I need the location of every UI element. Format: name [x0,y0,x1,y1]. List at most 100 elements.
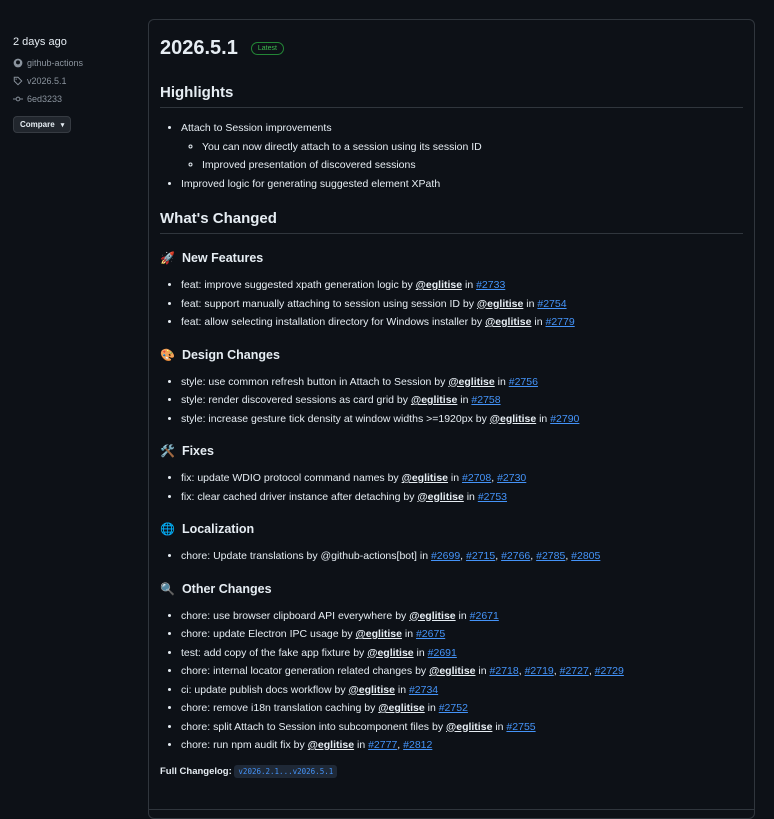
pr-link[interactable]: #2734 [409,684,438,696]
user-link[interactable]: @eglitise [477,298,523,310]
release-header: 2026.5.1 Latest [160,34,743,62]
pr-link[interactable]: #2777 [368,739,397,751]
compare-button[interactable]: Compare ▾ [13,116,72,133]
list-item: Improved logic for generating suggested … [181,175,743,194]
section-title: Fixes [181,444,214,458]
user-link[interactable]: @eglitise [349,684,395,696]
list-item: chore: Update translations by @github-ac… [181,547,743,566]
pr-link[interactable]: #2812 [403,739,432,751]
user-link[interactable]: @eglitise [409,610,455,622]
user-link[interactable]: @eglitise [446,721,492,733]
pr-link[interactable]: #2718 [490,665,519,677]
tag-row[interactable]: v2026.5.1 [13,76,133,86]
commit-icon [13,96,23,102]
list-item: You can now directly attach to a session… [202,138,743,157]
list-item: style: render discovered sessions as car… [181,391,743,410]
pr-link[interactable]: #2729 [595,665,624,677]
pr-link[interactable]: #2715 [466,550,495,562]
change-list: style: use common refresh button in Atta… [160,373,743,429]
list-item: chore: use browser clipboard API everywh… [181,607,743,626]
change-list: fix: update WDIO protocol command names … [160,469,743,506]
list-item: chore: remove i18n translation caching b… [181,699,743,718]
section-emoji-icon: 🎨 [160,347,175,362]
pr-link[interactable]: #2755 [506,721,535,733]
section-heading: 🎨 Design Changes [160,348,743,362]
list-item: fix: clear cached driver instance after … [181,488,743,507]
changes-sections: 🚀 New Features feat: improve suggested xpa… [160,251,743,755]
change-list: feat: improve suggested xpath generation… [160,276,743,332]
changelog-link[interactable]: v2026.2.1...v2026.5.1 [234,764,338,778]
list-item: Attach to Session improvements You can n… [181,119,743,175]
author-name[interactable]: github-actions [27,58,83,68]
pr-link[interactable]: #2719 [525,665,554,677]
user-link[interactable]: @eglitise [411,394,457,406]
pr-link[interactable]: #2756 [509,376,538,388]
user-link[interactable]: @eglitise [416,279,462,291]
user-link[interactable]: @eglitise [417,491,463,503]
commit-hash[interactable]: 6ed3233 [27,94,62,104]
release-title[interactable]: 2026.5.1 [160,37,238,60]
highlights-heading: Highlights [160,84,743,108]
section-title: Other Changes [181,581,272,596]
pr-link[interactable]: #2671 [470,610,499,622]
change-list: chore: Update translations by @github-ac… [160,547,743,566]
list-item: Improved presentation of discovered sess… [202,156,743,175]
pr-link[interactable]: #2805 [571,550,600,562]
user-link[interactable]: @eglitise [402,472,448,484]
list-item: fix: update WDIO protocol command names … [181,469,743,488]
caret-down-icon: ▾ [60,121,65,129]
card-footer-divider [149,809,754,814]
section-heading: 🚀 New Features [160,251,743,265]
compare-label: Compare [20,120,55,129]
pr-link[interactable]: #2753 [478,491,507,503]
pr-link[interactable]: #2699 [431,550,460,562]
change-list: chore: use browser clipboard API everywh… [160,607,743,755]
tag-icon [13,76,23,86]
list-item: chore: run npm audit fix by @eglitise in… [181,736,743,755]
section-emoji-icon: 🌐 [160,522,175,536]
pr-link[interactable]: #2790 [550,413,579,425]
user-link[interactable]: @eglitise [490,413,536,425]
section-heading: 🌐 Localization [160,522,743,536]
tag-name[interactable]: v2026.5.1 [27,76,67,86]
pr-link[interactable]: #2758 [471,394,500,406]
user-link[interactable]: @eglitise [448,376,494,388]
pr-link[interactable]: #2727 [560,665,589,677]
pr-link[interactable]: #2733 [476,279,505,291]
list-item: style: use common refresh button in Atta… [181,373,743,392]
list-item: chore: update Electron IPC usage by @egl… [181,625,743,644]
list-item: test: add copy of the fake app fixture b… [181,644,743,663]
latest-badge: Latest [250,41,284,55]
pr-link[interactable]: #2754 [537,298,566,310]
list-item: feat: improve suggested xpath generation… [181,276,743,295]
user-link[interactable]: @eglitise [378,702,424,714]
pr-link[interactable]: #2766 [501,550,530,562]
user-link[interactable]: @eglitise [485,316,531,328]
user-link[interactable]: @eglitise [367,647,413,659]
release-sidebar: 2 days ago github-actions v2026.5.1 6ed3… [13,36,133,133]
pr-link[interactable]: #2730 [497,472,526,484]
pr-link[interactable]: #2752 [439,702,468,714]
section-heading: 🔍 Other Changes [160,582,743,596]
section-emoji-icon: 🛠️ [160,444,175,458]
pr-link[interactable]: #2779 [546,316,575,328]
section-heading: 🛠️ Fixes [160,444,743,458]
list-item: feat: support manually attaching to sess… [181,295,743,314]
pr-link[interactable]: #2691 [428,647,457,659]
commit-row[interactable]: 6ed3233 [13,94,133,104]
list-item: feat: allow selecting installation direc… [181,313,743,332]
pr-link[interactable]: #2785 [536,550,565,562]
highlights-list: Attach to Session improvements You can n… [160,119,743,193]
section-title: New Features [181,251,264,265]
user-link[interactable]: @eglitise [308,739,354,751]
author-row[interactable]: github-actions [13,58,133,68]
user-link[interactable]: @eglitise [429,665,475,677]
pr-link[interactable]: #2708 [462,472,491,484]
release-card: 2026.5.1 Latest Highlights Attach to Ses… [148,19,755,819]
release-date: 2 days ago [13,36,67,48]
list-item: style: increase gesture tick density at … [181,410,743,429]
full-changelog: Full Changelog: v2026.2.1...v2026.5.1 [160,764,743,778]
pr-link[interactable]: #2675 [416,628,445,640]
user-link[interactable]: @eglitise [356,628,402,640]
list-item: chore: internal locator generation relat… [181,662,743,681]
